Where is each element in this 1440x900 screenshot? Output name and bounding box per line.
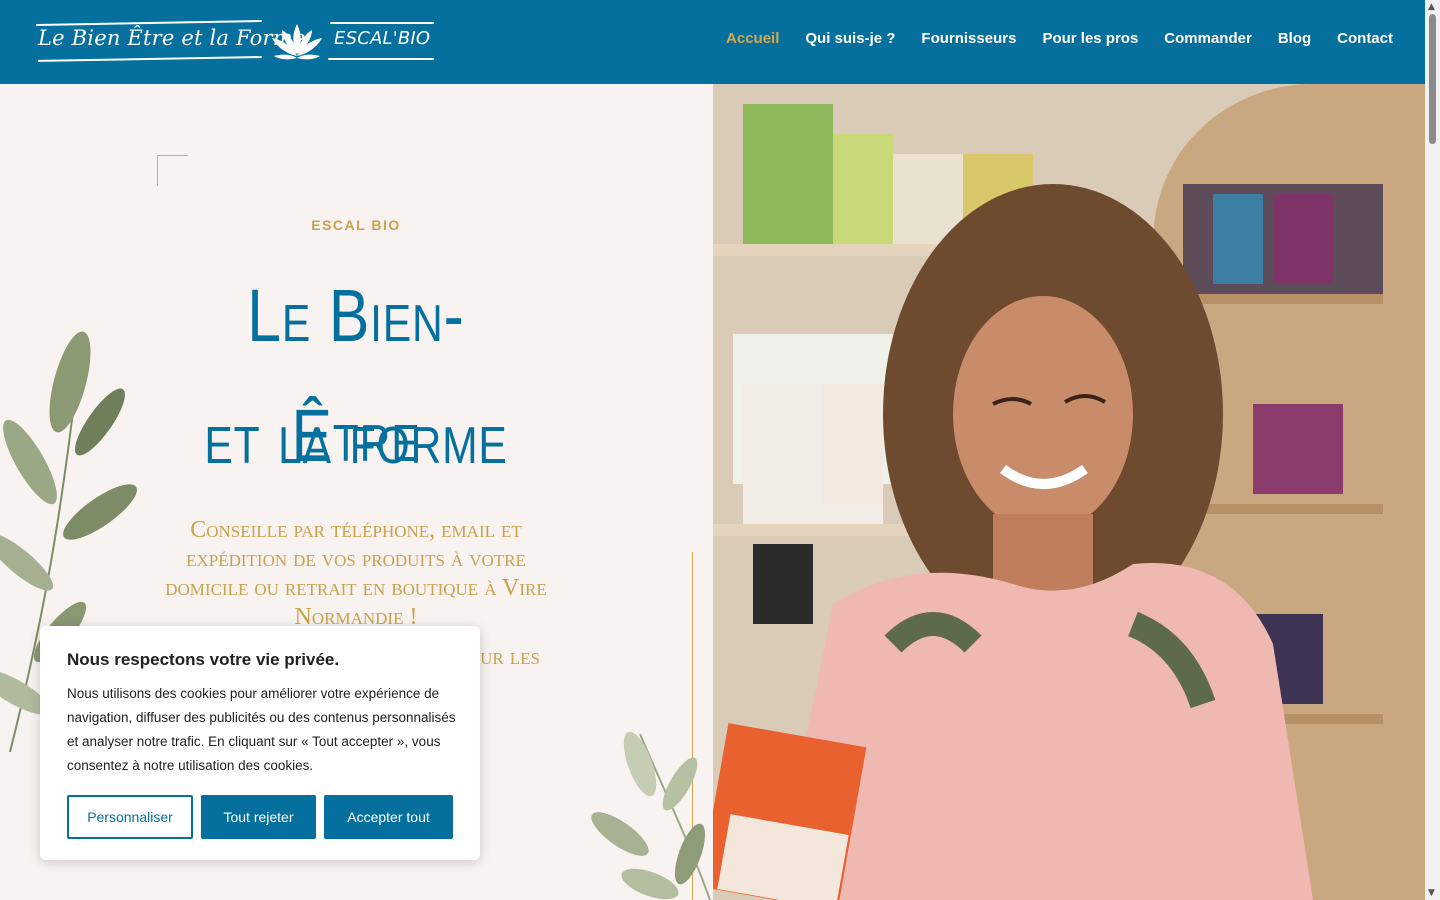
cookie-title: Nous respectons votre vie privée. [67, 650, 340, 669]
logo-text-right: ESCAL'BIO [334, 28, 431, 49]
site-logo[interactable]: Le Bien Être et la Forme ESCAL'BIO [35, 18, 436, 64]
page-scrollbar[interactable]: ▲ ▼ [1425, 0, 1440, 900]
cookie-text: Nous utilisons des cookies pour améliore… [67, 686, 456, 773]
reject-all-button[interactable]: Tout rejeter [201, 795, 316, 839]
scroll-up-icon[interactable]: ▲ [1428, 2, 1435, 12]
accept-all-button[interactable]: Accepter tout [324, 795, 453, 839]
cookie-consent-banner: Nous respectons votre vie privée. Nous u… [40, 626, 480, 860]
nav-qui-suis-je[interactable]: Qui suis-je ? [805, 30, 895, 47]
scroll-down-icon[interactable]: ▼ [1428, 888, 1435, 898]
hero-photo [713, 84, 1425, 900]
nav-blog[interactable]: Blog [1278, 30, 1311, 47]
logo-swoosh [328, 58, 434, 60]
leaf-decoration [591, 731, 711, 900]
hero-subtitle: Conseille par téléphone, email et expédi… [165, 517, 547, 630]
logo-text-left: Le Bien Être et la Forme [38, 26, 306, 50]
main-nav: Accueil Qui suis-je ? Fournisseurs Pour … [726, 30, 1393, 47]
scroll-thumb[interactable] [1429, 14, 1436, 144]
hero-title-line2: et la forme [204, 396, 508, 479]
hero-kicker: ESCAL BIO [311, 217, 401, 233]
site-header: Le Bien Être et la Forme ESCAL'BIO Accue… [0, 0, 1425, 84]
logo-swoosh [37, 56, 263, 62]
nav-pour-les-pros[interactable]: Pour les pros [1042, 30, 1138, 47]
lotus-icon [272, 24, 322, 60]
shop-photo-illustration [713, 84, 1425, 900]
customize-button[interactable]: Personnaliser [67, 795, 193, 839]
nav-commander[interactable]: Commander [1164, 30, 1252, 47]
nav-accueil[interactable]: Accueil [726, 30, 779, 47]
corner-ornament [157, 155, 188, 186]
nav-contact[interactable]: Contact [1337, 30, 1393, 47]
logo-swoosh [330, 22, 434, 24]
nav-fournisseurs[interactable]: Fournisseurs [921, 30, 1016, 47]
